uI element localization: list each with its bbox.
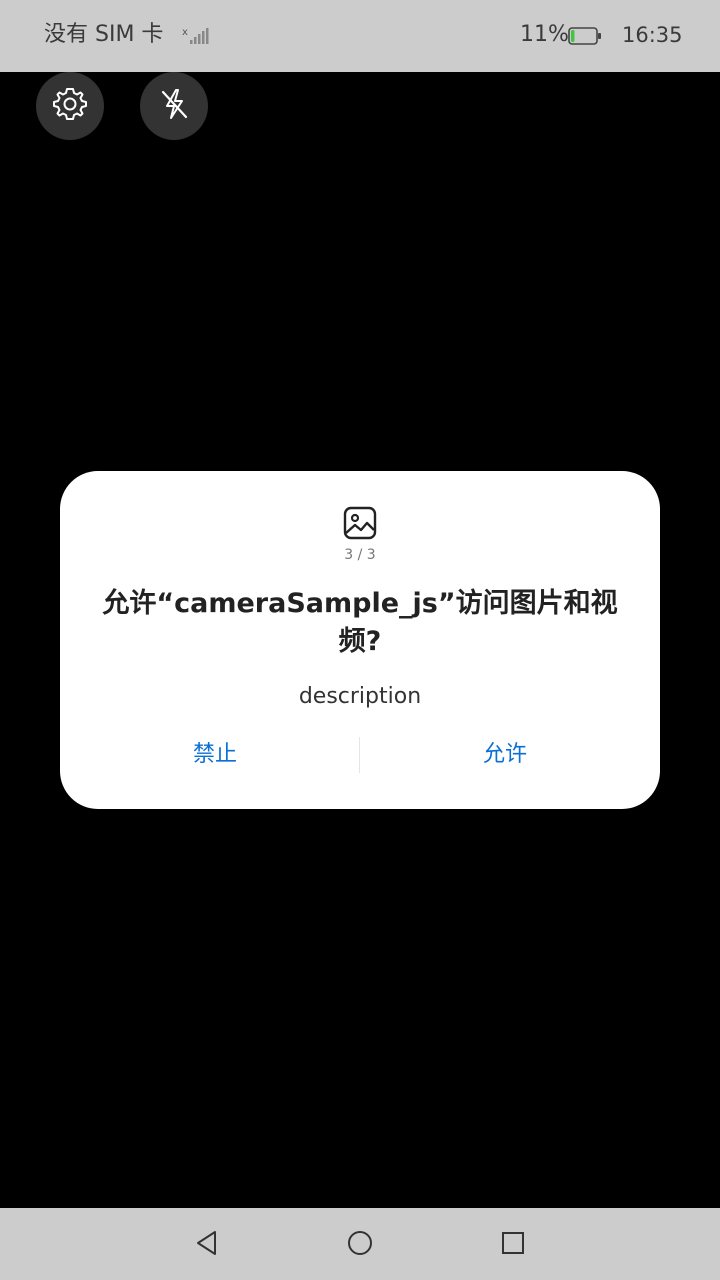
signal-icon: x [182,26,210,50]
dialog-title: 允许“cameraSample_js”访问图片和视频? [102,588,618,657]
dialog-button-row: 禁止 允许 [60,735,660,775]
clock: 16:35 [622,23,683,47]
back-icon [195,1230,219,1260]
battery-percent: 11% [520,22,569,47]
svg-text:x: x [182,27,188,38]
recent-apps-button[interactable] [498,1230,528,1260]
status-bar: 没有 SIM 卡 x 11% 16:35 [0,0,720,72]
dialog-description: description [298,684,422,709]
settings-button[interactable] [36,72,104,140]
home-icon [346,1229,374,1261]
gear-icon [51,85,89,127]
image-icon [343,506,377,544]
home-button[interactable] [345,1230,375,1260]
carrier-label: 没有 SIM 卡 [44,22,164,47]
allow-button[interactable]: 允许 [360,735,650,775]
navigation-bar [0,1208,720,1280]
flash-toggle-button[interactable] [140,72,208,140]
back-button[interactable] [192,1230,222,1260]
recent-apps-icon [500,1230,526,1260]
page-indicator: 3 / 3 [344,547,376,563]
permission-dialog: 3 / 3 允许“cameraSample_js”访问图片和视频? descri… [60,471,660,809]
deny-button[interactable]: 禁止 [70,735,360,775]
battery-icon [568,27,602,49]
flash-off-icon [156,86,192,126]
